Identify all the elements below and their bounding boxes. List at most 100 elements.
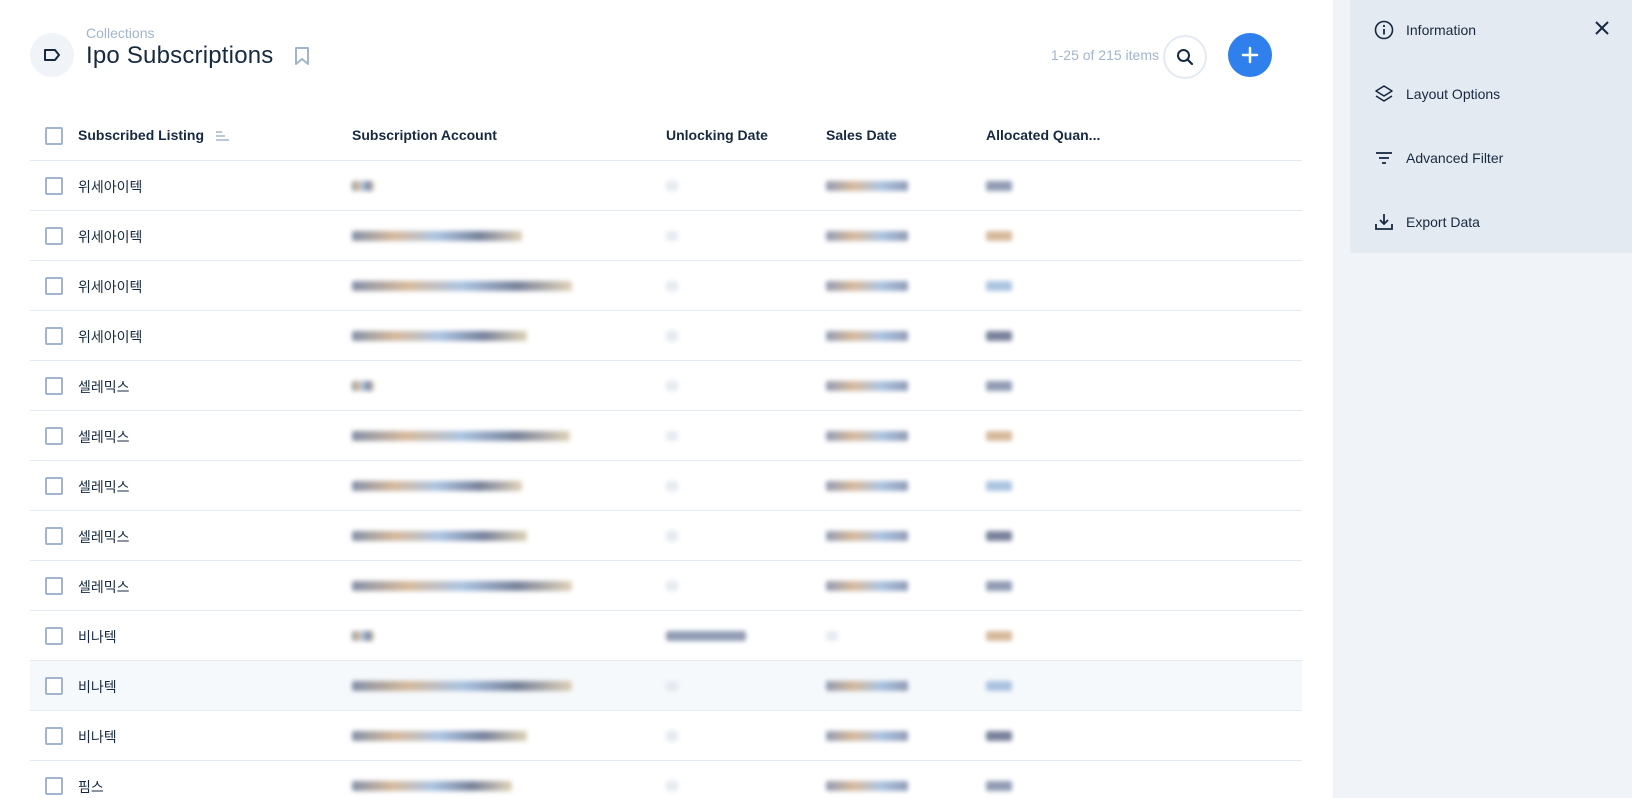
table-row[interactable]: 비나텍 <box>30 711 1302 761</box>
cell-unlocking-date-redacted <box>666 231 678 241</box>
cell-unlocking-date-redacted <box>666 531 678 541</box>
sidebar-item-advanced-filter[interactable]: Advanced Filter <box>1374 143 1503 173</box>
cell-allocated-quantity-redacted <box>986 631 1012 641</box>
table-row[interactable]: 비나텍 <box>30 611 1302 661</box>
table-row[interactable]: 비나텍 <box>30 661 1302 711</box>
cell-subscribed-listing: 비나텍 <box>78 729 117 745</box>
page-header: Collections Ipo Subscriptions 1-25 of 21… <box>30 22 1302 86</box>
cell-subscribed-listing: 셀레믹스 <box>78 529 130 545</box>
cell-subscribed-listing: 핌스 <box>78 779 104 795</box>
sidebar: Information Layout Options Advanced Filt… <box>1334 0 1632 798</box>
table-row[interactable]: 셀레믹스 <box>30 511 1302 561</box>
table-row[interactable]: 셀레믹스 <box>30 411 1302 461</box>
cell-allocated-quantity-redacted <box>986 431 1012 441</box>
page-title: Ipo Subscriptions <box>86 42 274 69</box>
filter-icon <box>1376 152 1392 164</box>
layers-icon <box>1375 85 1393 102</box>
table-row[interactable]: 위세아이텍 <box>30 211 1302 261</box>
cell-sales-date-redacted <box>826 681 908 691</box>
cell-unlocking-date-redacted <box>666 181 678 191</box>
row-checkbox[interactable] <box>45 177 63 195</box>
cell-sales-date-redacted <box>826 381 908 391</box>
cell-unlocking-date-redacted <box>666 481 678 491</box>
search-button[interactable] <box>1163 35 1207 79</box>
table-row[interactable]: 위세아이텍 <box>30 161 1302 211</box>
table-row[interactable]: 셀레믹스 <box>30 461 1302 511</box>
column-header-unlocking-date[interactable]: Unlocking Date <box>666 127 768 143</box>
cell-sales-date-redacted <box>826 281 908 291</box>
cell-unlocking-date-redacted <box>666 631 746 641</box>
sidebar-item-information[interactable]: Information <box>1374 15 1476 45</box>
close-icon[interactable] <box>1594 20 1610 41</box>
table-row[interactable]: 셀레믹스 <box>30 361 1302 411</box>
collection-icon[interactable] <box>30 33 74 77</box>
cell-unlocking-date-redacted <box>666 781 678 791</box>
column-header-subscription-account[interactable]: Subscription Account <box>352 127 497 143</box>
cell-sales-date-redacted <box>826 531 908 541</box>
item-count: 1-25 of 215 items <box>1050 47 1159 63</box>
select-all-checkbox[interactable] <box>45 127 63 145</box>
column-header-allocated-quantity[interactable]: Allocated Quan... <box>986 127 1100 143</box>
table-row[interactable]: 셀레믹스 <box>30 561 1302 611</box>
cell-subscribed-listing: 셀레믹스 <box>78 579 130 595</box>
table-row[interactable]: 위세아이텍 <box>30 261 1302 311</box>
cell-unlocking-date-redacted <box>666 331 678 341</box>
sidebar-item-layout-options[interactable]: Layout Options <box>1374 79 1500 109</box>
main-content: Collections Ipo Subscriptions 1-25 of 21… <box>0 0 1333 798</box>
row-checkbox[interactable] <box>45 327 63 345</box>
row-checkbox[interactable] <box>45 727 63 745</box>
sidebar-panel: Information Layout Options Advanced Filt… <box>1350 0 1632 253</box>
cell-subscription-account-redacted <box>352 181 374 191</box>
cell-sales-date-redacted <box>826 331 908 341</box>
cell-subscribed-listing: 위세아이텍 <box>78 229 143 245</box>
cell-subscription-account-redacted <box>352 531 527 541</box>
cell-allocated-quantity-redacted <box>986 481 1012 491</box>
cell-subscription-account-redacted <box>352 231 522 241</box>
row-checkbox[interactable] <box>45 277 63 295</box>
row-checkbox[interactable] <box>45 577 63 595</box>
row-checkbox[interactable] <box>45 627 63 645</box>
cell-subscription-account-redacted <box>352 581 572 591</box>
cell-allocated-quantity-redacted <box>986 681 1012 691</box>
cell-unlocking-date-redacted <box>666 431 678 441</box>
cell-subscribed-listing: 셀레믹스 <box>78 429 130 445</box>
cell-subscription-account-redacted <box>352 381 374 391</box>
cell-allocated-quantity-redacted <box>986 281 1012 291</box>
table-row[interactable]: 위세아이텍 <box>30 311 1302 361</box>
table-header: Subscribed Listing Subscription Account … <box>30 111 1302 161</box>
cell-sales-date-redacted <box>826 781 908 791</box>
cell-sales-date-redacted <box>826 181 908 191</box>
cell-allocated-quantity-redacted <box>986 731 1012 741</box>
cell-subscription-account-redacted <box>352 481 522 491</box>
column-header-sales-date[interactable]: Sales Date <box>826 127 897 143</box>
cell-unlocking-date-redacted <box>666 681 678 691</box>
cell-allocated-quantity-redacted <box>986 381 1012 391</box>
cell-sales-date-redacted <box>826 431 908 441</box>
cell-subscription-account-redacted <box>352 681 572 691</box>
sidebar-item-export-data[interactable]: Export Data <box>1374 207 1480 237</box>
sort-icon[interactable] <box>215 131 230 142</box>
row-checkbox[interactable] <box>45 677 63 695</box>
cell-subscribed-listing: 셀레믹스 <box>78 479 130 495</box>
cell-sales-date-redacted <box>826 581 908 591</box>
plus-icon <box>1241 46 1259 64</box>
cell-unlocking-date-redacted <box>666 281 678 291</box>
cell-unlocking-date-redacted <box>666 731 678 741</box>
cell-allocated-quantity-redacted <box>986 231 1012 241</box>
row-checkbox[interactable] <box>45 427 63 445</box>
add-item-button[interactable] <box>1228 33 1272 77</box>
cell-subscription-account-redacted <box>352 431 570 441</box>
column-header-subscribed-listing[interactable]: Subscribed Listing <box>78 127 230 143</box>
row-checkbox[interactable] <box>45 527 63 545</box>
row-checkbox[interactable] <box>45 227 63 245</box>
table-row[interactable]: 핌스 <box>30 761 1302 798</box>
cell-subscription-account-redacted <box>352 331 527 341</box>
row-checkbox[interactable] <box>45 377 63 395</box>
bookmark-icon[interactable] <box>294 46 310 71</box>
cell-subscribed-listing: 위세아이텍 <box>78 329 143 345</box>
cell-subscribed-listing: 비나텍 <box>78 679 117 695</box>
row-checkbox[interactable] <box>45 777 63 795</box>
breadcrumb[interactable]: Collections <box>86 25 154 41</box>
cell-subscribed-listing: 위세아이텍 <box>78 279 143 295</box>
row-checkbox[interactable] <box>45 477 63 495</box>
